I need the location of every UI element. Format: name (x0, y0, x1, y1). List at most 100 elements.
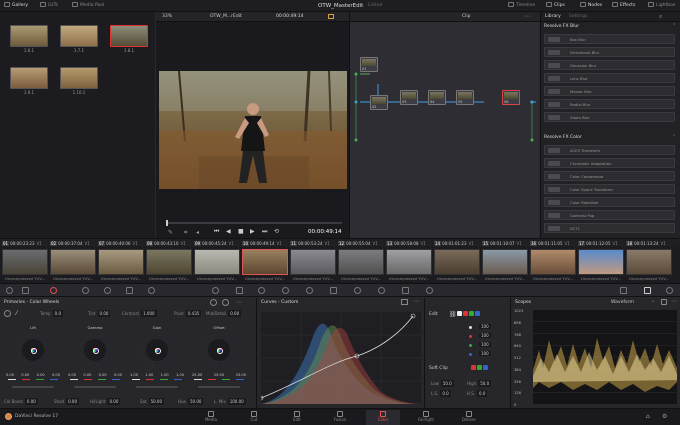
clip-thumbnail[interactable] (2, 249, 48, 275)
middetail-field[interactable]: Mid/Detail 0.00 (206, 310, 242, 317)
clip-thumbnail[interactable] (578, 249, 624, 275)
3d-icon[interactable] (426, 287, 433, 294)
play-button[interactable]: ▶ (250, 228, 255, 235)
pointer-icon[interactable]: ✎ (168, 229, 173, 236)
wheel-slider[interactable] (12, 386, 54, 388)
project-settings-gear-icon[interactable]: ⚙ (662, 413, 667, 420)
fx-item[interactable]: Box Blur (544, 34, 675, 44)
reset-all-icon[interactable] (210, 299, 217, 306)
hs-field[interactable]: H.S. 0.0 (467, 390, 488, 397)
tracker-icon[interactable] (306, 287, 313, 294)
picker-icon[interactable]: ⁄ (16, 310, 17, 317)
curves-options-icon[interactable]: ⋯ (413, 298, 419, 305)
scopes-tool-icon[interactable] (644, 287, 651, 294)
lightbox-toggle[interactable]: Lightbox (648, 0, 675, 12)
tint-field[interactable]: Tint 0.00 (88, 310, 111, 317)
key-icon[interactable] (378, 287, 385, 294)
clip-thumbnail[interactable] (434, 249, 480, 275)
fx-item[interactable]: Chromatic Adaptation (544, 158, 675, 168)
wheel-value[interactable]: 25.00 (236, 373, 246, 377)
clip-thumbnail[interactable] (482, 249, 528, 275)
luts-toggle[interactable]: LUTs (40, 0, 58, 12)
magic-mask-icon[interactable] (330, 287, 337, 294)
crop-icon[interactable]: ⌗ (184, 229, 187, 237)
color-wheel-offset[interactable] (204, 335, 234, 365)
wheel-value[interactable]: 0.00 (6, 373, 14, 377)
curves-graph[interactable] (261, 312, 421, 404)
gallery-still[interactable] (60, 67, 98, 89)
home-icon[interactable]: ⌂ (646, 413, 650, 420)
page-tab-edit[interactable]: Edit (280, 410, 314, 425)
node-01[interactable]: 01 (360, 57, 378, 72)
softclip-g-swatch[interactable] (477, 365, 482, 370)
wheel-value[interactable]: 0.00 (21, 373, 29, 377)
clip-thumbnail[interactable] (146, 249, 192, 275)
gallery-still[interactable] (10, 67, 48, 89)
wheel-value[interactable]: 0.00 (99, 373, 107, 377)
page-tab-fairlight[interactable]: Fairlight (409, 410, 443, 425)
page-tab-media[interactable]: Media (194, 410, 228, 425)
color-warper-icon[interactable] (236, 287, 243, 294)
channel-r-swatch[interactable] (463, 311, 468, 316)
qualifier-icon[interactable] (258, 287, 265, 294)
softclip-b-swatch[interactable] (483, 365, 488, 370)
collapse-blur-icon[interactable]: ⌃ (672, 23, 676, 29)
wheel-value[interactable]: 0.00 (114, 373, 122, 377)
hilight-field[interactable]: Hi/Light 0.00 (90, 398, 121, 405)
channel-g-swatch[interactable] (469, 311, 474, 316)
scope-mode-chevron-icon[interactable]: ⌄ (651, 298, 655, 304)
node-mode-select[interactable]: Clip (462, 14, 471, 19)
wheel-value[interactable]: 0.00 (83, 373, 91, 377)
node-04[interactable]: 04 (428, 90, 446, 105)
softclip-r-swatch[interactable] (471, 365, 476, 370)
tab-settings[interactable]: Settings (569, 14, 587, 19)
media-pool-toggle[interactable]: Media Pool (72, 0, 104, 12)
highlight-icon[interactable] (328, 14, 334, 19)
keyframes-icon[interactable] (620, 287, 627, 294)
temp-field[interactable]: Temp 0.0 (40, 310, 64, 317)
fx-item[interactable]: Contrast Pop (544, 210, 675, 220)
scrub-bar[interactable] (166, 222, 342, 224)
go-to-end-button[interactable]: ⏭ (262, 228, 267, 236)
fx-item[interactable]: DCTL (544, 223, 675, 233)
color-wheel-gain[interactable] (142, 335, 172, 365)
clip-thumbnail[interactable] (290, 249, 336, 275)
fx-item[interactable]: Zoom Blur (544, 112, 675, 122)
color-wheels-icon[interactable] (50, 287, 57, 294)
shad-field[interactable]: Shad 0.00 (54, 398, 79, 405)
log-icon[interactable] (104, 287, 111, 294)
scope-options-icon[interactable]: ⋯ (671, 298, 677, 305)
contrast-field[interactable]: Contrast 1.000 (122, 310, 157, 317)
node-03[interactable]: 03 (400, 90, 418, 105)
scope-expand-icon[interactable] (661, 299, 667, 305)
library-search-icon[interactable]: ⌕ (659, 13, 662, 21)
wheel-mode-icon[interactable] (222, 299, 229, 306)
fx-item[interactable]: Radial Blur (544, 99, 675, 109)
clip-thumbnail[interactable] (242, 249, 288, 275)
fx-item[interactable]: Gaussian Blur (544, 60, 675, 70)
channel-value[interactable]: 100 (479, 333, 491, 338)
page-tab-deliver[interactable]: Deliver (452, 410, 486, 425)
collapse-color-icon[interactable]: ⌃ (672, 134, 676, 140)
wheel-value[interactable]: 1.00 (176, 373, 184, 377)
wheel-slider[interactable] (74, 386, 116, 388)
timeline-name[interactable]: OTW_M...rEdit (210, 14, 242, 19)
wheel-value[interactable]: 1.00 (161, 373, 169, 377)
tab-library[interactable]: Library (545, 14, 561, 19)
wheel-value[interactable]: 1.00 (145, 373, 153, 377)
stop-button[interactable]: ■ (238, 228, 244, 235)
channel-value[interactable]: 100 (479, 324, 491, 329)
wheel-slider[interactable] (198, 386, 240, 388)
hdr-icon[interactable] (82, 287, 89, 294)
info-icon[interactable] (666, 287, 673, 294)
node-05[interactable]: 05 (456, 90, 474, 105)
page-tab-cut[interactable]: Cut (237, 410, 271, 425)
clip-thumbnail[interactable] (338, 249, 384, 275)
clip-thumbnail[interactable] (626, 249, 672, 275)
clip-thumbnail[interactable] (386, 249, 432, 275)
wheel-value[interactable]: 25.00 (192, 373, 202, 377)
wheel-slider[interactable] (136, 386, 178, 388)
fx-item[interactable]: Mosaic Blur (544, 86, 675, 96)
color-wheel-gamma[interactable] (80, 335, 110, 365)
scope-mode-select[interactable]: Waveform (611, 300, 634, 305)
